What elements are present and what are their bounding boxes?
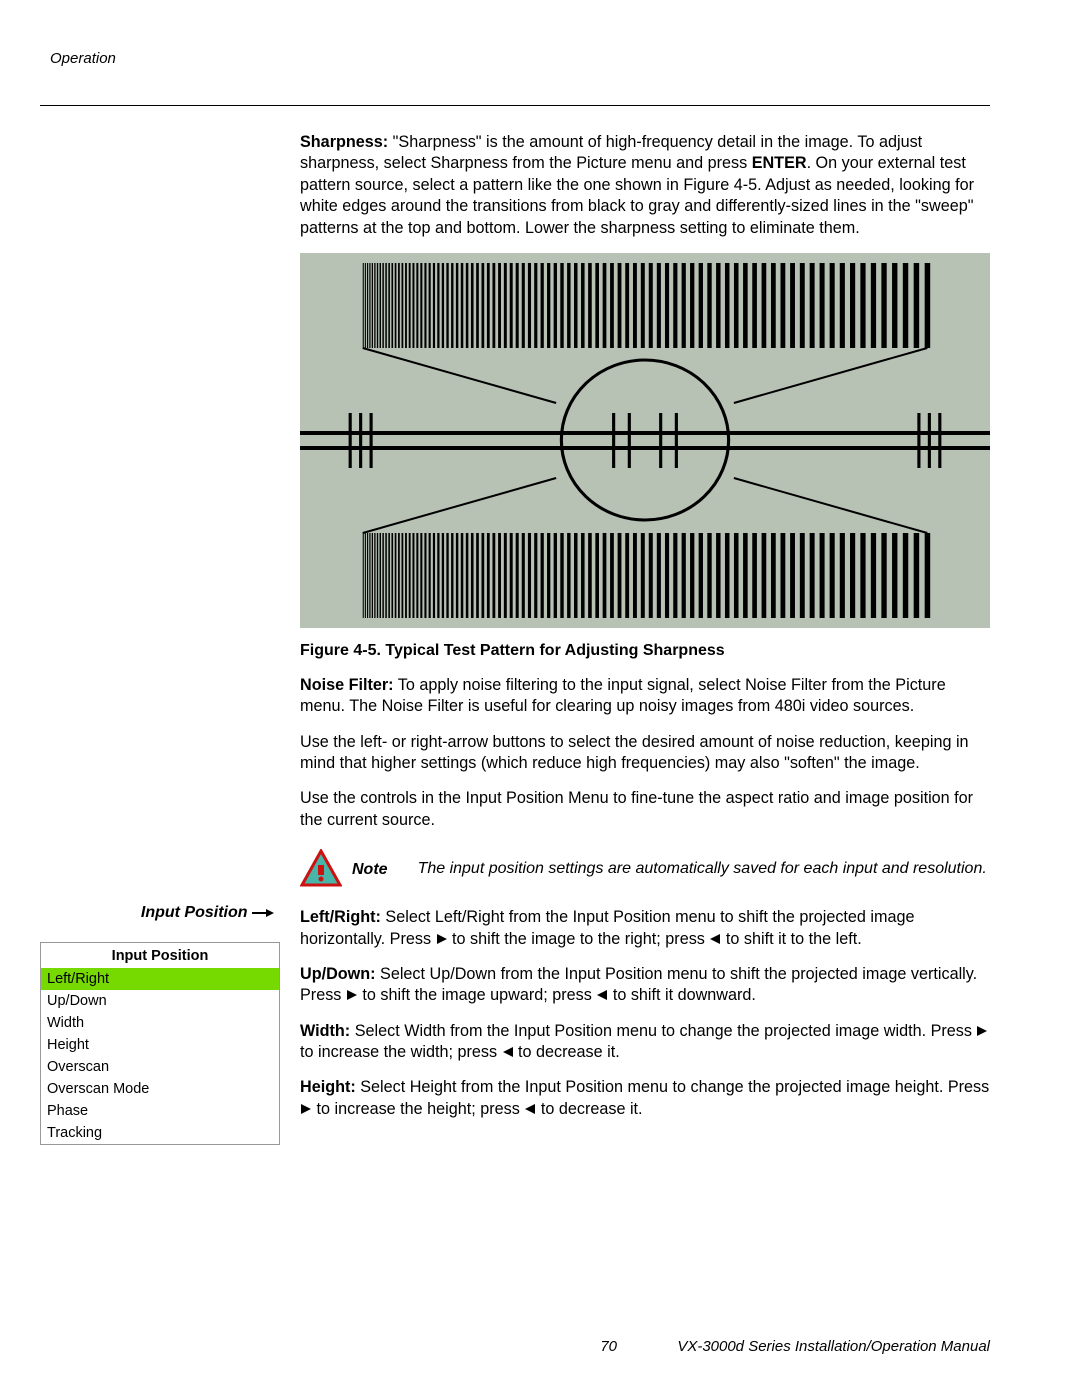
- side-heading-input-position: Input Position: [141, 904, 280, 922]
- menu-item[interactable]: Up/Down: [41, 990, 279, 1012]
- side-heading-text: Input Position: [141, 904, 248, 921]
- paragraph-height: Height: Select Height from the Input Pos…: [300, 1077, 990, 1120]
- arrow-left-icon: [596, 989, 608, 1001]
- label-up-down: Up/Down:: [300, 965, 376, 983]
- arrow-right-long-icon: [252, 908, 274, 918]
- paragraph-width: Width: Select Width from the Input Posit…: [300, 1021, 990, 1064]
- text: Select Width from the Input Position men…: [350, 1022, 976, 1040]
- menu-item[interactable]: Height: [41, 1034, 279, 1056]
- input-position-menu: Input Position Left/RightUp/DownWidthHei…: [40, 942, 280, 1145]
- paragraph-up-down: Up/Down: Select Up/Down from the Input P…: [300, 964, 990, 1007]
- header-rule: [40, 105, 990, 106]
- main-text-column: Sharpness: "Sharpness" is the amount of …: [300, 132, 990, 1134]
- label-width: Width:: [300, 1022, 350, 1040]
- arrow-left-icon: [502, 1046, 514, 1058]
- arrow-left-icon: [524, 1103, 536, 1115]
- menu-item[interactable]: Phase: [41, 1100, 279, 1122]
- label-height: Height:: [300, 1078, 356, 1096]
- content-area: Input Position Input Position Left/Right…: [40, 132, 990, 1134]
- arrow-right-icon: [346, 989, 358, 1001]
- text: To apply noise filtering to the input si…: [300, 676, 946, 715]
- menu-item[interactable]: Overscan Mode: [41, 1078, 279, 1100]
- warning-triangle-icon: [300, 849, 342, 889]
- text: to shift it to the left.: [721, 930, 861, 948]
- menu-item[interactable]: Width: [41, 1012, 279, 1034]
- footer-title: VX-3000d Series Installation/Operation M…: [677, 1338, 990, 1355]
- figure-caption: Figure 4-5. Typical Test Pattern for Adj…: [300, 640, 990, 661]
- text: to shift the image to the right; press: [448, 930, 710, 948]
- label-sharpness: Sharpness:: [300, 133, 388, 151]
- paragraph-sharpness: Sharpness: "Sharpness" is the amount of …: [300, 132, 990, 239]
- text: to decrease it.: [514, 1043, 620, 1061]
- arrow-right-icon: [436, 933, 448, 945]
- left-column: Input Position Input Position Left/Right…: [40, 132, 280, 1134]
- text: to shift it downward.: [608, 986, 756, 1004]
- text: Select Height from the Input Position me…: [356, 1078, 989, 1096]
- paragraph-noise-filter: Noise Filter: To apply noise filtering t…: [300, 675, 990, 718]
- paragraph-noise-filter-2: Use the left- or right-arrow buttons to …: [300, 732, 990, 775]
- label-left-right: Left/Right:: [300, 908, 381, 926]
- label-enter: ENTER: [752, 154, 807, 172]
- menu-item[interactable]: Tracking: [41, 1122, 279, 1144]
- paragraph-input-position: Use the controls in the Input Position M…: [300, 788, 990, 831]
- page-number: 70: [600, 1338, 617, 1355]
- figure-test-pattern: [300, 253, 990, 628]
- arrow-right-icon: [976, 1025, 988, 1037]
- text: to increase the height; press: [312, 1100, 524, 1118]
- note-text: The input position settings are automati…: [418, 859, 987, 880]
- text: to increase the width; press: [300, 1043, 502, 1061]
- label-noise-filter: Noise Filter:: [300, 676, 394, 694]
- menu-title: Input Position: [41, 943, 279, 968]
- page-footer: 70 VX-3000d Series Installation/Operatio…: [40, 1338, 990, 1355]
- arrow-right-icon: [300, 1103, 312, 1115]
- menu-item[interactable]: Left/Right: [41, 968, 279, 990]
- text: to shift the image upward; press: [358, 986, 596, 1004]
- menu-item[interactable]: Overscan: [41, 1056, 279, 1078]
- note-block: Note The input position settings are aut…: [300, 849, 990, 889]
- header-section-label: Operation: [50, 50, 990, 67]
- paragraph-left-right: Left/Right: Select Left/Right from the I…: [300, 907, 990, 950]
- note-label: Note: [352, 859, 388, 880]
- arrow-left-icon: [709, 933, 721, 945]
- text: to decrease it.: [536, 1100, 642, 1118]
